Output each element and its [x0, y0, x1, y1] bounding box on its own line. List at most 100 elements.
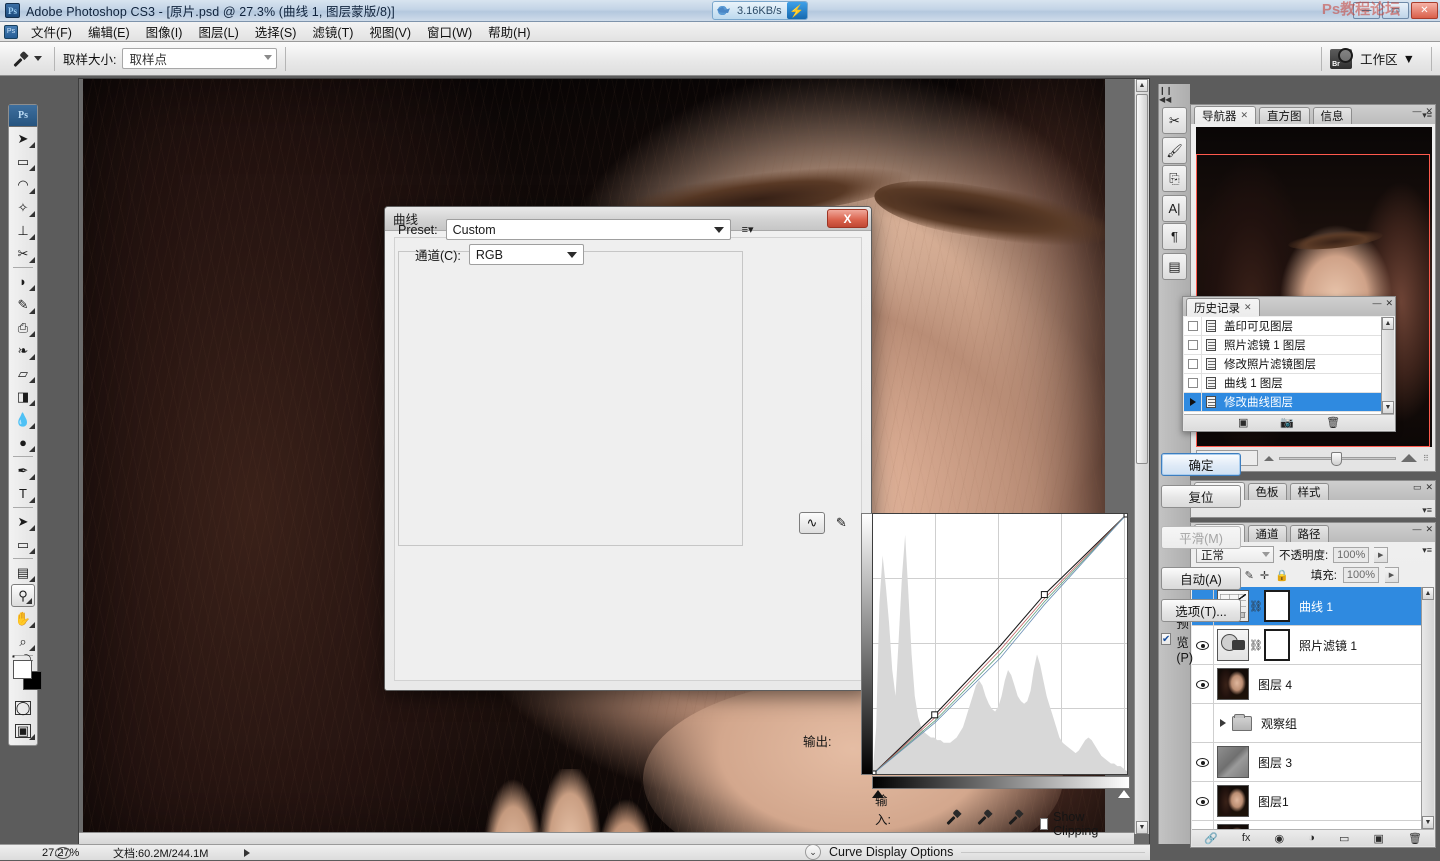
tab-history-0[interactable]: 历史记录 ✕ — [1186, 298, 1260, 316]
minimize-button[interactable]: — — [1353, 2, 1380, 19]
close-icon[interactable]: ✕ — [1241, 110, 1249, 121]
curve-graph[interactable] — [872, 513, 1128, 775]
character-icon[interactable]: A| — [1162, 195, 1187, 222]
brushes-icon[interactable]: 🖌 — [1162, 137, 1187, 164]
show-clipping-checkbox-row[interactable]: Show Clipping — [1040, 810, 1102, 838]
layers-scrollbar[interactable]: ▲ ▼ — [1421, 587, 1434, 829]
color-swatches[interactable]: ▪ ⤵ — [12, 652, 42, 694]
scroll-down-arrow-icon[interactable]: ▼ — [1422, 816, 1434, 829]
eraser-tool[interactable]: ▱ — [9, 362, 37, 385]
sample-size-select[interactable]: 取样点 — [122, 48, 278, 69]
white-point-marker[interactable] — [1118, 790, 1130, 798]
preset-select[interactable]: Custom — [445, 219, 731, 240]
channel-select[interactable]: RGB — [468, 244, 584, 265]
go-to-bridge-icon[interactable]: Br — [1330, 47, 1354, 69]
dialog-button-4[interactable]: 选项(T)... — [1161, 599, 1241, 622]
layer-thumbnail[interactable] — [1217, 746, 1249, 778]
layer-row[interactable]: 背景🔒 — [1192, 820, 1421, 829]
type-tool[interactable]: T — [9, 482, 37, 505]
layer-mask-thumbnail[interactable] — [1264, 590, 1290, 622]
layer-thumbnail[interactable] — [1217, 629, 1249, 661]
add-layer-mask-icon[interactable]: ◉ — [1275, 832, 1285, 845]
expand-group-triangle-icon[interactable] — [1220, 719, 1226, 727]
layer-visibility-toggle[interactable] — [1192, 664, 1214, 704]
new-snapshot-icon[interactable]: 📷 — [1280, 416, 1294, 429]
history-scrollbar[interactable]: ▲ ▼ — [1381, 317, 1394, 414]
minimize-icon[interactable]: ▭ — [1413, 482, 1422, 493]
opacity-stepper-arrow-icon[interactable]: ▶ — [1374, 546, 1389, 563]
curve-display-options-row[interactable]: ⌄ Curve Display Options — [805, 844, 1145, 860]
tab-navigator-1[interactable]: 直方图 — [1259, 107, 1310, 124]
layer-style-icon[interactable]: fx — [1242, 832, 1251, 844]
fill-value[interactable]: 100% — [1342, 567, 1379, 583]
network-speed-widget[interactable]: 3.16KB/s ⚡ — [712, 1, 808, 20]
zoom-level-field[interactable]: 27.27% — [0, 847, 79, 859]
layer-visibility-toggle[interactable] — [1192, 625, 1214, 665]
history-icon[interactable]: ▤ — [1162, 253, 1187, 280]
layer-thumbnail[interactable] — [1217, 668, 1249, 700]
dock-expand-arrows-icon[interactable]: ❙❙ ◀◀ — [1159, 84, 1190, 104]
zoom-out-icon[interactable] — [1264, 455, 1274, 461]
history-state-row[interactable]: 盖印可见图层 — [1184, 317, 1381, 336]
minimize-icon[interactable]: — — [1412, 524, 1421, 535]
new-group-icon[interactable]: ▭ — [1339, 832, 1349, 845]
dodge-tool[interactable]: ● — [9, 431, 37, 454]
menu-item-4[interactable]: 选择(S) — [247, 20, 305, 43]
canvas-vertical-scrollbar[interactable]: ▲ ▼ — [1134, 79, 1149, 834]
move-tool[interactable]: ➤ — [9, 127, 37, 150]
lock-position-icon[interactable]: ✛ — [1260, 569, 1269, 582]
history-state-row[interactable]: 修改曲线图层 — [1184, 392, 1381, 412]
layer-visibility-toggle[interactable] — [1192, 781, 1214, 821]
opacity-value[interactable]: 100% — [1333, 546, 1370, 563]
menu-item-8[interactable]: 帮助(H) — [480, 20, 538, 43]
menu-item-2[interactable]: 图像(I) — [138, 20, 191, 43]
color-panel-menu-icon[interactable]: ▾≡ — [1422, 505, 1432, 516]
shape-tool[interactable]: ▭ — [9, 533, 37, 556]
scroll-up-arrow-icon[interactable]: ▲ — [1422, 587, 1434, 600]
layer-row[interactable]: 图层1 — [1192, 781, 1421, 821]
tab-color-1[interactable]: 色板 — [1247, 483, 1287, 500]
paragraph-icon[interactable]: ¶ — [1162, 223, 1187, 250]
quick-mask-mode-button[interactable]: ◯ — [9, 696, 37, 719]
set-white-point-eyedropper[interactable] — [1007, 808, 1025, 826]
active-tool-preset-picker[interactable] — [0, 49, 46, 69]
navigator-panel-menu-icon[interactable]: ▾≡ — [1422, 110, 1432, 121]
history-state-row[interactable]: 曲线 1 图层 — [1184, 373, 1381, 393]
lock-image-pixels-icon[interactable]: ✎ — [1245, 569, 1254, 582]
healing-brush-tool[interactable]: ◗ — [9, 270, 37, 293]
preset-options-menu-icon[interactable]: ≡▾ — [739, 221, 757, 239]
blur-tool[interactable]: 💧 — [9, 408, 37, 431]
tab-layers-2[interactable]: 路径 — [1289, 525, 1329, 542]
draw-curve-pencil-button[interactable]: ✎ — [828, 512, 854, 534]
status-menu-arrow-icon[interactable] — [244, 848, 251, 857]
layer-row[interactable]: 图层 4 — [1192, 664, 1421, 704]
link-layers-icon[interactable]: 🔗 — [1204, 832, 1218, 845]
tab-layers-1[interactable]: 通道 — [1247, 525, 1287, 542]
layer-mask-thumbnail[interactable] — [1264, 629, 1290, 661]
tab-navigator-2[interactable]: 信息 — [1312, 107, 1352, 124]
fill-stepper-arrow-icon[interactable]: ▶ — [1384, 567, 1399, 583]
preview-checkbox[interactable]: ✔ — [1161, 633, 1172, 645]
chevron-down-icon[interactable]: ⌄ — [805, 844, 821, 860]
pen-tool[interactable]: ✒ — [9, 459, 37, 482]
layer-thumbnail[interactable] — [1217, 785, 1249, 817]
history-snapshot-checkbox[interactable] — [1184, 335, 1202, 355]
delete-state-icon[interactable]: 🗑 — [1326, 416, 1340, 429]
close-icon[interactable]: ✕ — [1385, 298, 1393, 309]
rectangular-marquee-tool[interactable]: ▭ — [9, 150, 37, 173]
menu-item-0[interactable]: 文件(F) — [23, 20, 80, 43]
history-snapshot-checkbox[interactable] — [1184, 354, 1202, 374]
history-snapshot-checkbox[interactable] — [1184, 317, 1202, 336]
menu-item-3[interactable]: 图层(L) — [190, 20, 246, 43]
notes-tool[interactable]: ▤ — [9, 561, 37, 584]
layer-row[interactable]: 观察组 — [1192, 703, 1421, 743]
lasso-tool[interactable]: ◠ — [9, 173, 37, 196]
layer-row[interactable]: 图层 3 — [1192, 742, 1421, 782]
slice-tool[interactable]: ✂ — [9, 242, 37, 265]
delete-layer-icon[interactable]: 🗑 — [1408, 832, 1422, 845]
resize-grip-icon[interactable]: ⠿ — [1423, 454, 1432, 462]
slider-thumb[interactable] — [1330, 451, 1342, 466]
history-state-pointer-icon[interactable] — [1184, 392, 1202, 412]
edit-points-tool-button[interactable]: ∿ — [799, 512, 825, 534]
history-snapshot-checkbox[interactable] — [1184, 373, 1202, 393]
